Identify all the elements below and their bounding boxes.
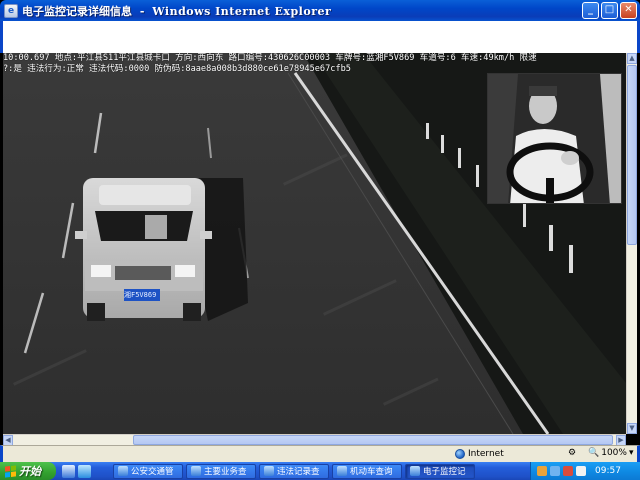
- record-info-line-2: ?:是 违法行为:正常 违法代码:0000 防伪码:8aae8a008b3d88…: [3, 64, 351, 74]
- horizontal-scrollbar[interactable]: ◀ ▶: [3, 434, 626, 446]
- taskbar-button-label: 主要业务查: [204, 467, 247, 477]
- taskbar-button-3[interactable]: 违法记录查: [259, 463, 329, 479]
- scroll-down-icon[interactable]: ▼: [627, 423, 637, 434]
- driver-closeup-image: [487, 73, 622, 204]
- taskbar-button-5-active[interactable]: 电子监控记: [405, 463, 475, 479]
- driver-closeup-drawing: [488, 74, 621, 203]
- window-title-doc: 电子监控记录详细信息: [22, 4, 132, 18]
- ie-icon: [410, 466, 420, 476]
- license-plate-text: 湘F5V869: [124, 291, 157, 299]
- security-zone-label: Internet: [468, 449, 504, 459]
- close-button[interactable]: ✕: [620, 2, 637, 19]
- vertical-scroll-thumb[interactable]: [627, 65, 637, 245]
- browser-toolbar-area: [0, 21, 640, 53]
- ie-icon: [118, 466, 128, 476]
- zoom-level: 100%: [601, 448, 627, 458]
- ie-icon: [264, 466, 274, 476]
- window-title: 电子监控记录详细信息 - Windows Internet Explorer: [22, 3, 331, 19]
- taskbar: 开始 公安交通管 主要业务查 违法记录查 机动车查询 电子监控记 09:57: [0, 462, 640, 480]
- ie-icon: [191, 466, 201, 476]
- taskbar-button-label: 违法记录查: [277, 467, 320, 477]
- zoom-dropdown-icon[interactable]: ▾: [629, 448, 634, 458]
- ie-icon: [337, 466, 347, 476]
- ie-page-icon: e: [4, 3, 18, 18]
- vertical-scrollbar[interactable]: ▲ ▼: [626, 53, 637, 434]
- horizontal-scroll-thumb[interactable]: [133, 435, 613, 445]
- taskbar-clock: 09:57: [595, 466, 621, 476]
- maximize-button[interactable]: □: [601, 2, 618, 19]
- taskbar-button-label: 公安交通管: [131, 467, 174, 477]
- minimize-button[interactable]: _: [582, 2, 599, 19]
- tray-antivirus-icon[interactable]: [563, 466, 573, 476]
- zoom-magnifier-icon: 🔍: [588, 448, 600, 458]
- start-button[interactable]: 开始: [0, 462, 56, 480]
- window-title-app: Windows Internet Explorer: [152, 4, 332, 18]
- taskbar-button-1[interactable]: 公安交通管: [113, 463, 183, 479]
- caption-buttons: _ □ ✕: [582, 2, 637, 19]
- window-title-separator: -: [139, 4, 145, 18]
- system-tray: 09:57: [530, 462, 640, 480]
- tray-app-icon[interactable]: [537, 466, 547, 476]
- windows-logo-icon: [5, 464, 16, 478]
- ie-quicklaunch-icon-2[interactable]: [78, 464, 91, 478]
- protected-mode-icon: ⚙: [568, 448, 577, 458]
- ie-quicklaunch-icon[interactable]: [62, 464, 75, 478]
- taskbar-button-4[interactable]: 机动车查询: [332, 463, 402, 479]
- record-info-line-1: 10:00.697 地点:平江县S11平江县城卡口 方向:西向东 路口编号:43…: [3, 53, 537, 63]
- zoom-control[interactable]: 🔍 100% ▾: [588, 448, 633, 458]
- taskbar-button-2[interactable]: 主要业务查: [186, 463, 256, 479]
- tray-volume-icon[interactable]: [576, 466, 586, 476]
- start-label: 开始: [19, 465, 41, 478]
- window-titlebar: e 电子监控记录详细信息 - Windows Internet Explorer…: [0, 0, 640, 21]
- taskbar-button-label: 机动车查询: [350, 467, 393, 477]
- page-viewport: 10:00.697 地点:平江县S11平江县城卡口 方向:西向东 路口编号:43…: [3, 53, 626, 434]
- quick-launch: [62, 464, 91, 478]
- status-bar: Internet ⚙ 🔍 100% ▾: [0, 445, 640, 462]
- taskbar-button-label: 电子监控记: [423, 467, 466, 477]
- security-zone: Internet: [455, 448, 504, 460]
- scroll-up-icon[interactable]: ▲: [627, 53, 637, 64]
- internet-globe-icon: [455, 449, 465, 459]
- tray-network-icon[interactable]: [550, 466, 560, 476]
